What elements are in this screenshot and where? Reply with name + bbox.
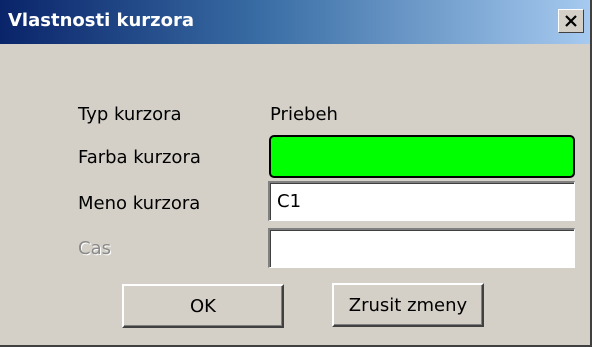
time-input[interactable] xyxy=(268,228,575,268)
title-bar[interactable]: Vlastnosti kurzora xyxy=(0,0,590,44)
name-label: Meno kurzora xyxy=(78,193,201,214)
window-title: Vlastnosti kurzora xyxy=(8,10,195,31)
cursor-name-input[interactable] xyxy=(268,181,575,221)
close-button[interactable] xyxy=(558,9,584,33)
ok-button[interactable]: OK xyxy=(122,284,284,328)
time-label: Cas xyxy=(78,238,111,259)
cursor-color-swatch[interactable] xyxy=(269,135,575,178)
dialog-window: Vlastnosti kurzora Typ kurzora Priebeh F… xyxy=(0,0,592,347)
type-value: Priebeh xyxy=(270,104,338,125)
close-icon xyxy=(559,10,583,32)
color-label: Farba kurzora xyxy=(78,147,201,168)
type-label: Typ kurzora xyxy=(78,104,182,125)
cancel-changes-button[interactable]: Zrusit zmeny xyxy=(332,283,484,327)
